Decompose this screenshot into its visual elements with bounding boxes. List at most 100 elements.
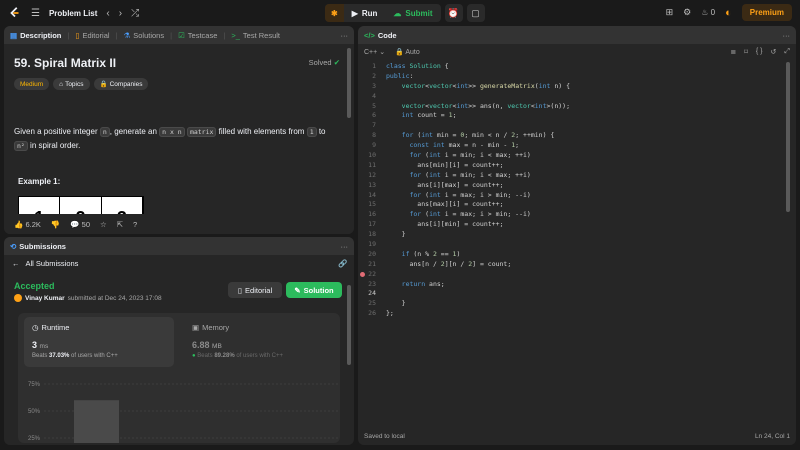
submit-button[interactable]: ☁ Submit	[385, 4, 440, 22]
editorial-button[interactable]: ▯ Editorial	[228, 282, 282, 298]
layout-icon[interactable]: ⊞	[666, 7, 674, 18]
code-line[interactable]: 22	[358, 270, 796, 280]
notes-icon[interactable]: ▢	[466, 4, 485, 22]
bookmark-icon[interactable]: ⌑	[744, 48, 748, 56]
description-scrollbar[interactable]	[347, 48, 351, 118]
code-line[interactable]: 8 for (int min = 0; min < n / 2; ++min) …	[358, 131, 796, 141]
code-line[interactable]: 11 ans[min][i] = count++;	[358, 161, 796, 171]
code-line[interactable]: 2 public:	[358, 72, 796, 82]
code-editor[interactable]: 1 class Solution {2 public: 3 vector < vector…	[358, 62, 796, 422]
language-select[interactable]: C++ ⌄	[364, 48, 385, 56]
code-line[interactable]: 9 const int max = n - min - 1;	[358, 141, 796, 151]
premium-button[interactable]: Premium	[741, 4, 792, 21]
memory-card[interactable]: ▣ Memory 6.88 MB ● Beats 89.28% of users …	[184, 317, 334, 367]
code-line[interactable]: 12 for (int i = min; i < max; ++i)	[358, 171, 796, 181]
solution-button[interactable]: ✎ Solution	[286, 282, 342, 298]
link-icon[interactable]: 🔗	[338, 259, 347, 268]
back-arrow-icon[interactable]: ←	[12, 259, 20, 268]
avatar[interactable]	[14, 294, 22, 302]
code-line[interactable]: 16 for (int i = max; i > min; --i)	[358, 210, 796, 220]
line-number: 7	[372, 121, 376, 130]
leetcode-logo-icon[interactable]	[8, 6, 22, 20]
help-icon[interactable]: ?	[133, 220, 137, 229]
code-line[interactable]: 6 int count = 1;	[358, 111, 796, 121]
problem-title[interactable]: 59. Spiral Matrix II	[14, 56, 116, 70]
more-options-icon[interactable]: ···	[783, 31, 791, 40]
format-icon[interactable]: ≣	[730, 48, 736, 56]
cursor-position: Ln 24, Col 1	[754, 432, 790, 440]
autocomplete-toggle[interactable]: 🔒 Auto	[395, 48, 420, 56]
tab-solutions[interactable]: ⚗ Solutions	[124, 31, 165, 40]
edit-icon: ✎	[294, 285, 301, 295]
code-scrollbar[interactable]	[786, 62, 790, 212]
code-line[interactable]: 3 vector < vector < int >> generateMatrix(int…	[358, 82, 796, 92]
code-line[interactable]: 25 }	[358, 299, 796, 309]
shuffle-icon[interactable]: ⤮	[131, 8, 139, 19]
problem-list-icon[interactable]: ☰	[31, 8, 40, 19]
companies-chip[interactable]: 🔒 Companies	[93, 78, 149, 90]
tab-description[interactable]: ▤ Description	[10, 31, 61, 40]
code-brackets-icon: </>	[364, 30, 375, 40]
username[interactable]: Vinay Kumar	[25, 295, 65, 302]
prev-problem-icon[interactable]: ‹	[106, 8, 109, 19]
comments-button[interactable]: 💬 50	[70, 220, 90, 229]
code-line[interactable]: 19	[358, 240, 796, 250]
code-token: i = min; i < max; ++i)	[440, 170, 531, 179]
like-button[interactable]: 👍 6.2K	[14, 220, 41, 229]
more-options-icon[interactable]: ···	[341, 242, 349, 251]
code-token: }	[386, 230, 406, 239]
line-number: 19	[368, 240, 376, 249]
next-problem-icon[interactable]: ›	[119, 8, 122, 19]
streak-counter[interactable]: ♨ 0	[701, 8, 715, 17]
lock-icon: 🔒	[395, 49, 404, 56]
code-line[interactable]: 13 ans[i][max] = count++;	[358, 181, 796, 191]
fullscreen-icon[interactable]: ⤢	[784, 48, 790, 56]
code-line[interactable]: 23 return ans;	[358, 280, 796, 290]
code-line[interactable]: 24	[358, 289, 796, 299]
code-line[interactable]: 15 ans[max][i] = count++;	[358, 200, 796, 210]
line-number: 24	[368, 289, 376, 298]
reset-icon[interactable]: ↺	[771, 48, 777, 56]
tab-test-result[interactable]: >_ Test Result	[231, 31, 280, 40]
braces-icon[interactable]: { }	[756, 48, 763, 56]
timer-icon[interactable]: ⏰	[444, 4, 463, 22]
star-icon[interactable]: ☆	[100, 220, 107, 229]
more-options-icon[interactable]: ···	[341, 31, 349, 40]
tab-code[interactable]: </> Code	[364, 31, 397, 40]
description-footer: 👍 6.2K 👎 💬 50 ☆ ⇱ ?	[4, 214, 354, 234]
lock-icon: 🔒	[99, 81, 108, 88]
cloud-upload-icon: ☁	[393, 8, 402, 18]
code-line[interactable]: 4	[358, 92, 796, 102]
code-line[interactable]: 20 if (n % 2 == 1)	[358, 250, 796, 260]
run-button[interactable]: ▶ Run	[344, 4, 386, 22]
tab-editorial[interactable]: ▯ Editorial	[75, 31, 109, 40]
code-line[interactable]: 26};	[358, 309, 796, 319]
gear-icon[interactable]: ⚙	[683, 7, 691, 18]
share-icon[interactable]: ⇱	[117, 220, 123, 229]
code-line[interactable]: 10 for (int i = min; i < max; ++i)	[358, 151, 796, 161]
tab-submissions[interactable]: ⟲ Submissions	[10, 242, 66, 251]
topics-chip[interactable]: ⌂ Topics	[53, 78, 90, 90]
submissions-panel: ⟲ Submissions ··· ← All Submissions 🔗 Acc…	[4, 237, 354, 445]
debug-icon[interactable]: ✱	[325, 4, 344, 22]
problem-list-link[interactable]: Problem List	[49, 9, 97, 18]
dislike-icon[interactable]: 👎	[51, 220, 60, 229]
breakpoint-icon[interactable]	[360, 272, 365, 277]
runtime-card[interactable]: ◷ Runtime 3 ms Beats 37.03% of users with…	[24, 317, 174, 367]
code-line[interactable]: 14 for (int i = max; i > min; --i)	[358, 191, 796, 201]
code-line[interactable]: 1 class Solution {	[358, 62, 796, 72]
chart-bar[interactable]	[74, 400, 119, 443]
line-number: 25	[368, 299, 376, 308]
code-token: ; ++min) {	[515, 131, 555, 140]
code-line[interactable]: 21 ans[n / 2][n / 2] = count;	[358, 260, 796, 270]
tab-testcase[interactable]: ☑ Testcase	[178, 31, 217, 40]
line-number: 3	[372, 81, 376, 90]
submissions-scrollbar[interactable]	[347, 285, 351, 365]
code-line[interactable]: 5 vector < vector < int >> ans(n, vector < int >…	[358, 102, 796, 112]
code-line[interactable]: 18 }	[358, 230, 796, 240]
code-line[interactable]: 7	[358, 121, 796, 131]
code-token: int	[421, 131, 433, 140]
avatar[interactable]: ◐	[725, 7, 732, 19]
all-submissions-link[interactable]: All Submissions	[26, 259, 79, 268]
code-line[interactable]: 17 ans[i][min] = count++;	[358, 220, 796, 230]
